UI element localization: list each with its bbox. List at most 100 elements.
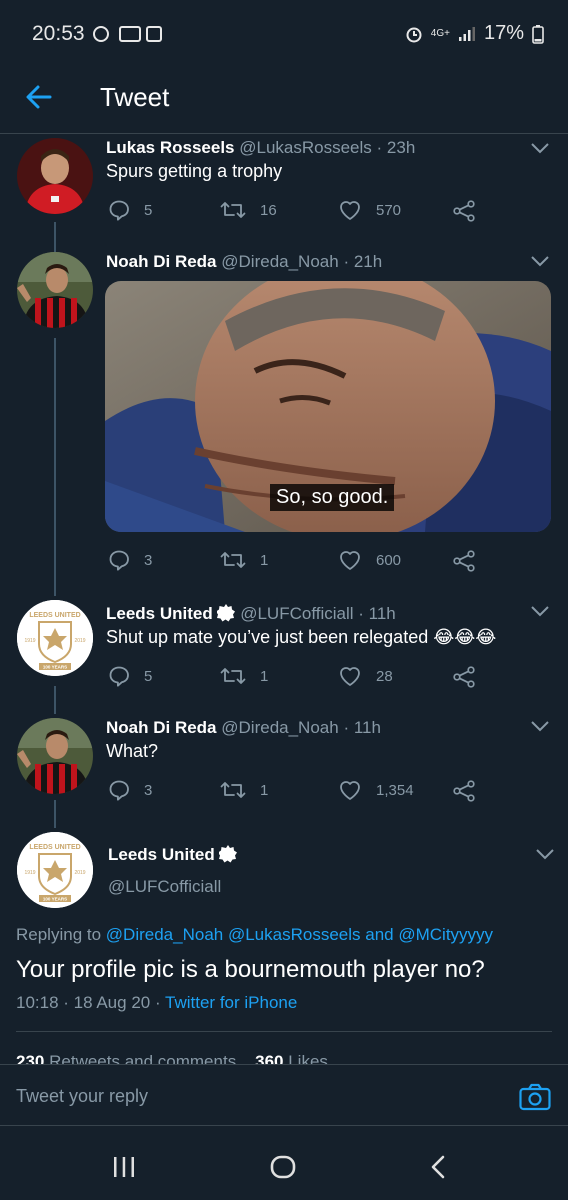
retweet-button[interactable]: 16: [220, 199, 277, 221]
share-icon[interactable]: [452, 199, 476, 223]
heart-icon: [340, 551, 360, 570]
signal-icon: [458, 26, 475, 41]
crest-ribbon-text: 100 YEARS: [43, 665, 67, 670]
avatar[interactable]: LEEDS UNITED 1919 2019 100 YEARS: [17, 832, 93, 908]
status-right: 4G+ 17%: [405, 22, 544, 45]
battery-icon: [532, 24, 544, 44]
home-icon[interactable]: [270, 1155, 296, 1179]
like-button[interactable]: 600: [338, 549, 401, 571]
heart-icon: [340, 667, 360, 686]
author-name[interactable]: Noah Di Reda: [106, 252, 217, 271]
alarm-icon: [406, 27, 422, 42]
author-handle[interactable]: @LUFCofficiall: [240, 604, 353, 623]
reply-count: 5: [144, 667, 153, 685]
page-title: Tweet: [100, 82, 170, 112]
mention-link[interactable]: @LukasRosseels: [228, 925, 361, 944]
main-tweet-text: Your profile pic is a bournemouth player…: [16, 956, 485, 983]
recent-apps-icon[interactable]: [112, 1156, 136, 1178]
heart-icon: [340, 201, 360, 220]
crest-year-left: 1919: [24, 638, 35, 644]
crest-top-text: LEEDS UNITED: [29, 844, 80, 851]
author-handle[interactable]: @LukasRosseels: [239, 138, 372, 157]
reply-count: 5: [144, 201, 153, 219]
reply-button[interactable]: 5: [108, 665, 152, 687]
tweet-meta: 10:18 · 18 Aug 20 · Twitter for iPhone: [16, 993, 297, 1013]
back-arrow-icon[interactable]: [24, 82, 54, 112]
verified-badge-icon: [218, 845, 238, 863]
chevron-down-icon[interactable]: [530, 605, 550, 617]
reply-icon: [109, 550, 129, 571]
mention-link[interactable]: @Direda_Noah: [106, 925, 223, 944]
retweet-count: 1: [260, 667, 269, 685]
crest-top-text: LEEDS UNITED: [29, 612, 80, 619]
tweet-header: Noah Di Reda @Direda_Noah · 21h: [106, 252, 382, 272]
tweet-time: · 21h: [343, 252, 383, 271]
retweet-button[interactable]: 1: [220, 549, 268, 571]
heart-icon: [340, 781, 360, 800]
mention-link[interactable]: @MCityyyyy: [398, 925, 493, 944]
crest-year-right: 2019: [74, 638, 85, 644]
reply-count: 3: [144, 781, 153, 799]
share-icon[interactable]: [452, 665, 476, 689]
author-handle[interactable]: @Direda_Noah: [221, 252, 338, 271]
retweet-button[interactable]: 1: [220, 665, 268, 687]
chevron-down-icon[interactable]: [530, 255, 550, 267]
like-count: 28: [376, 667, 393, 685]
back-icon[interactable]: [430, 1155, 446, 1179]
reply-icon: [109, 200, 129, 221]
instagram-icon: [93, 26, 109, 42]
reply-input[interactable]: [16, 1081, 496, 1111]
tweet-source-link[interactable]: Twitter for iPhone: [165, 993, 297, 1012]
avatar[interactable]: [17, 252, 93, 328]
chevron-down-icon[interactable]: [530, 720, 550, 732]
like-button[interactable]: 1,354: [338, 779, 414, 801]
main-tweet-author: Leeds United: [108, 845, 238, 865]
status-time: 20:53: [32, 22, 85, 45]
like-count: 600: [376, 551, 402, 569]
avatar[interactable]: [17, 138, 93, 214]
retweet-count: 1: [260, 551, 269, 569]
retweet-count: 16: [260, 201, 277, 219]
reply-icon: [109, 666, 129, 687]
crest-year-right: 2019: [74, 870, 85, 876]
status-bar: 20:53 4G+ 17%: [0, 0, 568, 66]
chevron-down-icon[interactable]: [530, 142, 550, 154]
reply-button[interactable]: 5: [108, 199, 152, 221]
retweet-button[interactable]: 1: [220, 779, 268, 801]
tweet-timestamp: 10:18 · 18 Aug 20 ·: [16, 993, 161, 1012]
avatar[interactable]: [17, 718, 93, 794]
header: Tweet: [0, 66, 568, 134]
author-handle[interactable]: @LUFCofficiall: [108, 877, 221, 897]
author-name[interactable]: Noah Di Reda: [106, 718, 217, 737]
battery-percent: 17%: [483, 22, 524, 44]
tweet-header: Noah Di Reda @Direda_Noah · 11h: [106, 718, 381, 738]
tweet-header: Leeds United @LUFCofficiall · 11h: [106, 604, 396, 624]
chevron-down-icon[interactable]: [535, 848, 555, 860]
like-button[interactable]: 28: [338, 665, 393, 687]
retweet-icon: [220, 552, 246, 568]
like-count: 1,354: [376, 781, 414, 799]
author-name[interactable]: Leeds United: [108, 845, 215, 864]
author-handle[interactable]: @Direda_Noah: [221, 718, 338, 737]
like-button[interactable]: 570: [338, 199, 401, 221]
divider: [16, 1031, 552, 1032]
crest-year-left: 1919: [24, 870, 35, 876]
author-name[interactable]: Lukas Rosseels: [106, 138, 235, 157]
avatar[interactable]: LEEDS UNITED 1919 2019 100 YEARS: [17, 600, 93, 676]
tweet-text: What?: [106, 741, 159, 761]
share-icon[interactable]: [452, 779, 476, 803]
network-type: 4G+: [430, 27, 450, 39]
reply-button[interactable]: 3: [108, 779, 152, 801]
tweet-text: Spurs getting a trophy: [106, 161, 283, 181]
verified-badge-icon: [216, 604, 236, 622]
reply-bar: [0, 1064, 568, 1126]
mention-link[interactable]: and: [365, 925, 393, 944]
tweet-time: · 23h: [376, 138, 416, 157]
author-name[interactable]: Leeds United: [106, 604, 213, 623]
reply-button[interactable]: 3: [108, 549, 152, 571]
camera-icon[interactable]: [519, 1083, 551, 1111]
tweet-text: Shut up mate you’ve just been relegated …: [106, 627, 497, 647]
tweet-header: Lukas Rosseels @LukasRosseels · 23h: [106, 138, 415, 158]
nav-bar: [0, 1126, 568, 1200]
share-icon[interactable]: [452, 549, 476, 573]
